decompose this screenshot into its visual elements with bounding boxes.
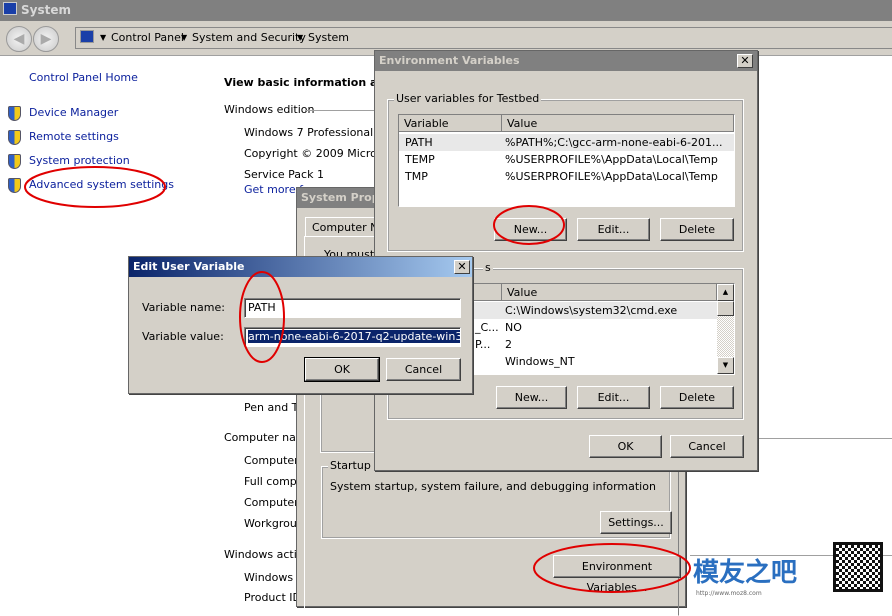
- product-id-row: Product ID: [244, 591, 301, 604]
- variable-cell: TEMP: [405, 153, 435, 166]
- edit-user-variable-dialog: Edit User Variable ✕ Variable name: PATH…: [128, 256, 473, 394]
- chevron-down-icon[interactable]: ▼: [181, 33, 187, 42]
- dialog-title: Edit User Variable: [129, 257, 472, 277]
- startup-recovery-group: Startup ar System startup, system failur…: [321, 459, 672, 539]
- value-cell: %PATH%;C:\gcc-arm-none-eabi-6-201...: [505, 136, 723, 149]
- scroll-up-arrow-icon[interactable]: ▲: [717, 284, 734, 301]
- copyright-text: Copyright © 2009 Microsof: [244, 147, 394, 160]
- ok-button[interactable]: OK: [304, 357, 380, 382]
- settings-button[interactable]: Settings...: [600, 511, 672, 534]
- environment-variables-button[interactable]: Environment Variables...: [553, 555, 681, 594]
- scroll-down-arrow-icon[interactable]: ▼: [717, 357, 734, 374]
- close-button[interactable]: ✕: [737, 54, 753, 68]
- watermark-logo: 模友之吧: [693, 558, 798, 588]
- user-new-button[interactable]: New...: [494, 218, 567, 241]
- sidebar-item-system-protection[interactable]: System protection: [29, 154, 130, 167]
- control-panel-home-link[interactable]: Control Panel Home: [29, 71, 138, 84]
- window-title-bar: System: [0, 0, 892, 21]
- value-cell: 2: [505, 338, 512, 351]
- section-computer-name: Computer nam: [224, 431, 307, 444]
- cancel-button[interactable]: Cancel: [670, 435, 744, 458]
- system-delete-button[interactable]: Delete: [660, 386, 734, 409]
- back-button[interactable]: ◀: [6, 26, 32, 52]
- variable-name-label: Variable name:: [142, 301, 225, 314]
- variable-name-input[interactable]: PATH: [244, 298, 461, 318]
- pen-touch-text: Pen and To: [244, 401, 304, 414]
- shield-icon: [8, 178, 21, 193]
- column-header-value[interactable]: Value: [502, 115, 734, 132]
- breadcrumb-system[interactable]: System: [308, 31, 349, 44]
- column-header-value[interactable]: Value: [502, 284, 717, 301]
- cancel-button[interactable]: Cancel: [386, 358, 461, 381]
- qr-code: [833, 542, 883, 592]
- service-pack-text: Service Pack 1: [244, 168, 324, 181]
- dialog-title: Environment Variables: [375, 51, 757, 71]
- variable-cell: _C...: [475, 321, 499, 334]
- system-icon: [3, 2, 17, 15]
- column-header-variable[interactable]: Variable: [399, 115, 502, 132]
- workgroup-row: Workgroup: [244, 517, 304, 530]
- variable-cell: TMP: [405, 170, 428, 183]
- table-row[interactable]: TMP %USERPROFILE%\AppData\Local\Temp: [399, 168, 734, 185]
- edition-text: Windows 7 Professional: [244, 126, 374, 139]
- value-cell: %USERPROFILE%\AppData\Local\Temp: [505, 170, 718, 183]
- watermark-url: http://www.moz8.com: [696, 590, 762, 597]
- scroll-thumb[interactable]: [717, 301, 734, 316]
- value-cell: NO: [505, 321, 522, 334]
- value-cell: Windows_NT: [505, 355, 575, 368]
- system-edit-button[interactable]: Edit...: [577, 386, 650, 409]
- computer-icon: [80, 30, 94, 43]
- selected-text: arm-none-eabi-6-2017-q2-update-win32\bin: [248, 330, 460, 343]
- sidebar-item-remote-settings[interactable]: Remote settings: [29, 130, 119, 143]
- variable-cell: P...: [475, 338, 491, 351]
- breadcrumb-control-panel[interactable]: Control Panel: [111, 31, 184, 44]
- ok-button[interactable]: OK: [589, 435, 662, 458]
- divider: [305, 110, 385, 111]
- system-new-button[interactable]: New...: [496, 386, 567, 409]
- value-cell: C:\Windows\system32\cmd.exe: [505, 304, 678, 317]
- get-more-link[interactable]: Get more f: [244, 183, 303, 196]
- startup-description: System startup, system failure, and debu…: [330, 480, 656, 493]
- section-windows-edition: Windows edition: [224, 103, 315, 116]
- table-row[interactable]: PATH %PATH%;C:\gcc-arm-none-eabi-6-201...: [399, 134, 734, 151]
- tab-computer-name[interactable]: Computer Na: [305, 217, 385, 237]
- forward-button[interactable]: ▶: [33, 26, 59, 52]
- user-edit-button[interactable]: Edit...: [577, 218, 650, 241]
- page-heading: View basic information abo: [224, 76, 393, 89]
- address-bar[interactable]: ▼ Control Panel ▼ System and Security ▼ …: [75, 27, 892, 49]
- shield-icon: [8, 154, 21, 169]
- group-label: s: [483, 261, 493, 274]
- breadcrumb-system-security[interactable]: System and Security: [192, 31, 306, 44]
- variable-cell: PATH: [405, 136, 433, 149]
- divider: [755, 438, 892, 439]
- variable-value-label: Variable value:: [142, 330, 224, 343]
- chevron-down-icon[interactable]: ▼: [297, 33, 303, 42]
- user-delete-button[interactable]: Delete: [660, 218, 734, 241]
- variable-value-input[interactable]: arm-none-eabi-6-2017-q2-update-win32\bin: [244, 327, 461, 347]
- group-label: User variables for Testbed: [394, 92, 542, 105]
- sidebar-item-advanced-system-settings[interactable]: Advanced system settings: [29, 178, 174, 191]
- value-cell: %USERPROFILE%\AppData\Local\Temp: [505, 153, 718, 166]
- shield-icon: [8, 130, 21, 145]
- table-row[interactable]: TEMP %USERPROFILE%\AppData\Local\Temp: [399, 151, 734, 168]
- window-title: System: [21, 3, 71, 17]
- sidebar-item-device-manager[interactable]: Device Manager: [29, 106, 118, 119]
- shield-icon: [8, 106, 21, 121]
- chevron-down-icon[interactable]: ▼: [100, 33, 106, 42]
- scrollbar[interactable]: ▲ ▼: [717, 284, 734, 374]
- close-button[interactable]: ✕: [454, 260, 470, 274]
- user-variables-list[interactable]: Variable Value PATH %PATH%;C:\gcc-arm-non…: [398, 114, 735, 207]
